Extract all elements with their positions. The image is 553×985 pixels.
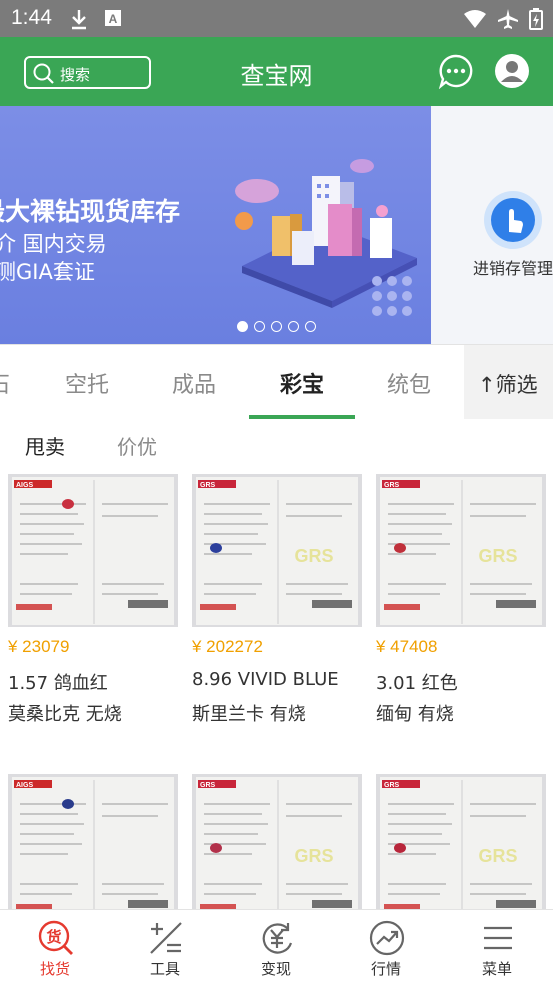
banner-dot[interactable] [305, 321, 316, 332]
product-price: ¥ 202272 [192, 637, 263, 656]
certificate-photo: GRS GRS [376, 474, 546, 627]
cash-icon [262, 923, 293, 954]
sort-subtabs: 甩卖 价优 [0, 418, 553, 468]
hand-tap-icon [484, 191, 542, 249]
menu-icon [484, 926, 512, 950]
nav-menu[interactable]: 菜单 [442, 910, 552, 985]
tools-icon [150, 922, 182, 954]
filter-button[interactable]: ↑筛选 [464, 345, 553, 419]
svg-text:GRS: GRS [294, 546, 333, 566]
product-spec: 1.57 鸽血红 [8, 673, 108, 694]
svg-text:A: A [109, 12, 118, 26]
tab-colored-gems[interactable]: 彩宝 [280, 367, 324, 399]
nav-market[interactable]: 行情 [331, 910, 441, 985]
user-avatar-icon[interactable] [494, 53, 530, 89]
svg-text:GRS: GRS [478, 546, 517, 566]
chat-icon[interactable] [438, 53, 474, 89]
wifi-icon [464, 10, 486, 28]
banner-slide-next[interactable]: 进销存管理 [431, 106, 553, 344]
find-goods-icon: 货 [38, 920, 73, 955]
banner-subline-2: 测GIA套证 [0, 260, 95, 284]
subtab-clearance[interactable]: 甩卖 [25, 431, 65, 460]
nav-find-goods[interactable]: 货 找货 [0, 910, 110, 985]
tab-mounting[interactable]: 空托 [65, 367, 109, 399]
status-time: 1:44 [11, 6, 52, 29]
tab-finished[interactable]: 成品 [172, 367, 216, 399]
nav-label: 行情 [370, 960, 401, 978]
certificate-photo: AIGS [8, 474, 178, 627]
trend-icon [369, 920, 405, 956]
nav-label: 变现 [260, 960, 291, 978]
banner-dot[interactable] [288, 321, 299, 332]
banner-headline: 最大裸钻现货库存 [0, 197, 181, 226]
certificate-photo: GRS GRS [192, 474, 362, 627]
airplane-icon [498, 9, 518, 29]
tab-bulk[interactable]: 统包 [387, 367, 431, 399]
category-tabs: 石 空托 成品 彩宝 统包 ↑筛选 [0, 344, 553, 419]
product-price: ¥ 47408 [376, 637, 438, 656]
svg-text:GRS: GRS [478, 846, 517, 866]
app-notification-icon: A [105, 10, 121, 26]
certificate-photo: GRS GRS [192, 774, 362, 909]
svg-text:GRS: GRS [200, 482, 216, 489]
svg-text:AIGS: AIGS [16, 482, 33, 489]
banner-pagination[interactable] [237, 321, 316, 332]
battery-icon [529, 8, 543, 30]
tab-stone[interactable]: 石 [0, 367, 10, 399]
banner-side-caption: 进销存管理 [473, 259, 553, 278]
svg-text:GRS: GRS [294, 846, 333, 866]
svg-text:货: 货 [46, 928, 61, 946]
product-origin: 缅甸 有烧 [376, 704, 454, 725]
status-bar: 1:44 A [0, 0, 553, 37]
banner-dot[interactable] [271, 321, 282, 332]
svg-text:AIGS: AIGS [16, 782, 33, 789]
banner-dot[interactable] [237, 321, 248, 332]
banner-subline-1: 介 国内交易 [0, 232, 107, 256]
svg-text:GRS: GRS [384, 782, 400, 789]
svg-text:GRS: GRS [200, 782, 216, 789]
product-spec: 8.96 VIVID BLUE [192, 669, 339, 690]
filter-label: ↑筛选 [478, 373, 538, 397]
bottom-navigation: 货 找货 工具 变现 行情 菜单 [0, 909, 553, 984]
certificate-photo: GRS GRS [376, 774, 546, 909]
svg-text:GRS: GRS [384, 482, 400, 489]
nav-cash-out[interactable]: 变现 [221, 910, 331, 985]
city-phone-illustration [235, 159, 417, 316]
nav-label: 工具 [149, 960, 180, 978]
subtab-best-price[interactable]: 价优 [117, 431, 157, 460]
product-origin: 莫桑比克 无烧 [8, 704, 122, 725]
banner-dot[interactable] [254, 321, 265, 332]
promo-banner[interactable]: 最大裸钻现货库存 介 国内交易 测GIA套证 进销存管理 [0, 106, 553, 344]
banner-slide-main[interactable]: 最大裸钻现货库存 介 国内交易 测GIA套证 [0, 106, 431, 344]
product-price: ¥ 23079 [8, 637, 70, 656]
nav-label: 菜单 [481, 960, 512, 978]
certificate-photo: AIGS [8, 774, 178, 909]
product-origin: 斯里兰卡 有烧 [192, 704, 306, 725]
nav-label: 找货 [39, 960, 70, 978]
nav-tools[interactable]: 工具 [110, 910, 220, 985]
product-spec: 3.01 红色 [376, 673, 458, 694]
app-header: 搜索 查宝网 [0, 37, 553, 106]
download-icon [72, 10, 86, 30]
